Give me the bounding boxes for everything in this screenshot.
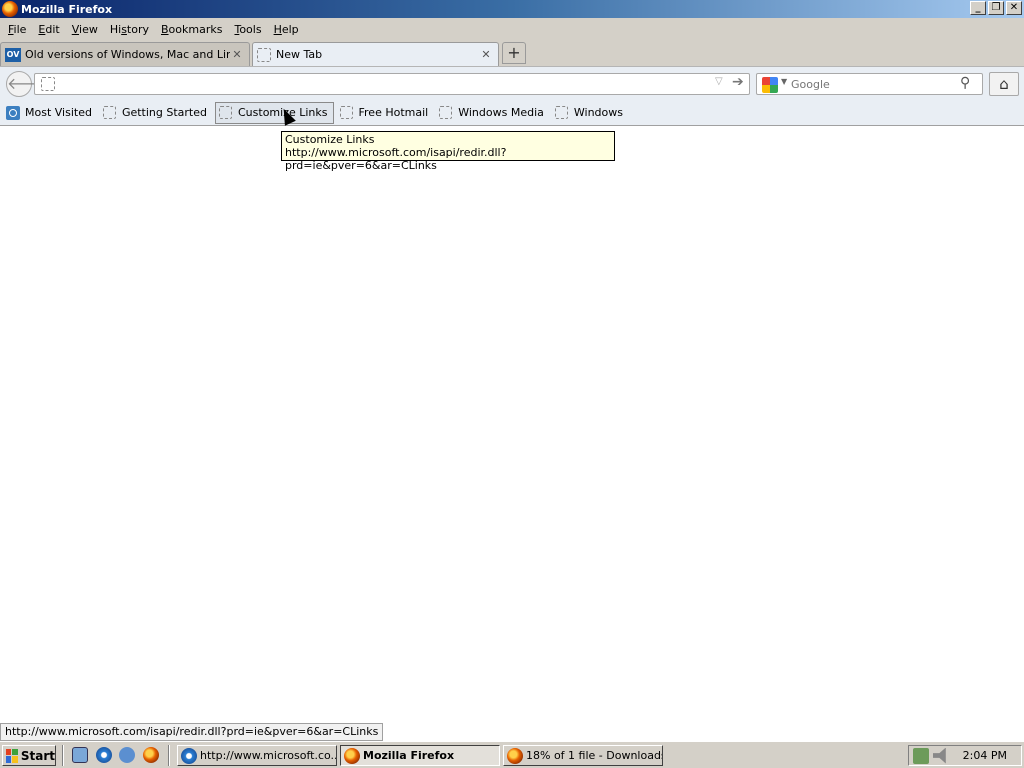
minimize-button[interactable]: _ (970, 1, 986, 15)
taskbar-separator (168, 745, 170, 766)
bookmark-tooltip: Customize Links http://www.microsoft.com… (281, 131, 615, 172)
search-bar[interactable]: ▼ ⚲ (756, 73, 983, 95)
menu-edit[interactable]: Edit (32, 23, 65, 36)
page-content[interactable] (0, 127, 1024, 723)
status-bar: http://www.microsoft.com/isapi/redir.dll… (0, 723, 384, 741)
close-button[interactable]: ✕ (1006, 1, 1022, 15)
search-input[interactable] (791, 76, 951, 92)
menu-file[interactable]: File (2, 23, 32, 36)
menu-tools[interactable]: Tools (228, 23, 267, 36)
network-icon[interactable] (913, 747, 929, 764)
most-visited-icon (6, 105, 20, 120)
bookmark-most-visited[interactable]: Most Visited (3, 102, 97, 124)
tab-close-icon[interactable]: ✕ (230, 48, 244, 61)
engine-dropdown-icon[interactable]: ▼ (781, 77, 787, 86)
tooltip-title: Customize Links (285, 133, 375, 146)
navigation-toolbar: 🡐 ▽ ➔ ▼ ⚲ ⌂ (0, 66, 1024, 100)
go-arrow-icon[interactable]: ➔ (732, 74, 744, 90)
taskbar-button-ie[interactable]: http://www.microsoft.co... (177, 745, 337, 766)
firefox-icon (2, 1, 18, 17)
menu-bar: File Edit View History Bookmarks Tools H… (0, 18, 1024, 40)
menu-bookmarks[interactable]: Bookmarks (155, 23, 228, 36)
tooltip-url: http://www.microsoft.com/isapi/redir.dll… (285, 146, 507, 172)
restore-button[interactable]: ❐ (988, 1, 1004, 15)
window-title: Mozilla Firefox (21, 2, 113, 16)
internet-explorer-icon[interactable] (96, 747, 112, 763)
search-magnifier-icon[interactable]: ⚲ (960, 75, 970, 91)
start-button[interactable]: Start (2, 745, 56, 766)
windows-logo-icon (6, 748, 18, 763)
outlook-express-icon[interactable] (119, 747, 135, 763)
taskbar: Start http://www.microsoft.co... Mozilla… (0, 741, 1024, 768)
menu-history[interactable]: History (104, 23, 155, 36)
bookmark-windows-media[interactable]: Windows Media (436, 102, 549, 124)
internet-explorer-icon (181, 747, 197, 764)
url-input[interactable] (63, 76, 703, 92)
blank-page-icon (257, 47, 271, 62)
bookmark-free-hotmail[interactable]: Free Hotmail (337, 102, 434, 124)
url-bar[interactable]: ▽ ➔ (34, 73, 750, 95)
bookmark-page-icon (339, 106, 353, 119)
menu-help[interactable]: Help (268, 23, 305, 36)
taskbar-separator (62, 745, 64, 766)
clock: 2:04 PM (962, 749, 1007, 762)
tab-label: Old versions of Windows, Mac and Linux .… (25, 48, 230, 61)
taskbar-button-firefox[interactable]: Mozilla Firefox (340, 745, 500, 766)
bookmark-page-icon (219, 106, 232, 119)
volume-icon[interactable] (933, 747, 946, 764)
firefox-icon (344, 747, 360, 764)
back-button[interactable]: 🡐 (6, 71, 50, 97)
window-titlebar[interactable]: Mozilla Firefox _ ❐ ✕ (0, 0, 1024, 18)
site-identity-icon[interactable] (41, 77, 55, 91)
firefox-quicklaunch-icon[interactable] (143, 747, 159, 763)
tab-new-tab[interactable]: New Tab ✕ (252, 42, 499, 66)
bookmark-page-icon (439, 106, 453, 119)
system-tray: 2:04 PM (908, 745, 1022, 766)
show-desktop-icon[interactable] (72, 747, 88, 763)
home-button[interactable]: ⌂ (989, 72, 1019, 96)
google-engine-icon[interactable] (762, 77, 778, 93)
tab-label: New Tab (276, 48, 323, 61)
firefox-icon (507, 747, 523, 764)
bookmark-page-icon (554, 106, 568, 119)
taskbar-button-downloads[interactable]: 18% of 1 file - Downloads (503, 745, 663, 766)
tab-strip: OV Old versions of Windows, Mac and Linu… (0, 40, 1024, 66)
history-dropdown-icon[interactable]: ▽ (715, 76, 723, 87)
site-favicon-icon: OV (5, 47, 21, 62)
tab-close-icon[interactable]: ✕ (479, 48, 493, 61)
bookmarks-toolbar: Most Visited Getting Started Customize L… (0, 100, 1024, 126)
tab-old-versions[interactable]: OV Old versions of Windows, Mac and Linu… (0, 42, 250, 66)
bookmark-getting-started[interactable]: Getting Started (100, 102, 212, 124)
new-tab-button[interactable]: + (502, 42, 526, 64)
menu-view[interactable]: View (66, 23, 104, 36)
bookmark-customize-links[interactable]: Customize Links (215, 101, 334, 124)
bookmark-page-icon (102, 106, 116, 119)
bookmark-windows[interactable]: Windows (552, 102, 628, 124)
